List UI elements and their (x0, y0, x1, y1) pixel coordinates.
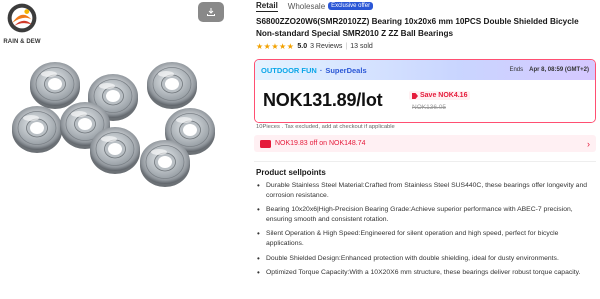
brand-name: RAIN & DEW (3, 39, 41, 45)
star-rating-icon: ★★★★★ (256, 42, 295, 51)
save-badge: Save NOK4.16 (409, 91, 471, 100)
rating-separator: | (345, 43, 348, 50)
list-item: Double Shielded Design:Enhanced protecti… (256, 254, 596, 264)
product-image[interactable] (0, 50, 250, 200)
tab-wholesale[interactable]: Wholesale Exclusive offer (287, 1, 374, 11)
rating-row: ★★★★★ 5.0 3 Reviews | 13 sold (256, 42, 373, 51)
brand-logo-icon (7, 3, 37, 33)
deal-separator: · (319, 65, 323, 75)
exclusive-offer-badge: Exclusive offer (328, 2, 374, 10)
list-item: Bearing 10x20x6|High-Precision Bearing G… (256, 205, 596, 225)
coupon-icon (260, 139, 271, 148)
list-item: Silent Operation & High Speed:Engineered… (256, 229, 596, 249)
download-image-button[interactable] (198, 2, 224, 22)
tab-wholesale-label: Wholesale (287, 1, 326, 11)
coupon-info: NOK19.83 off on NOK148.74 (260, 139, 366, 148)
coupon-banner[interactable]: NOK19.83 off on NOK148.74 › (254, 135, 596, 152)
deal-countdown: Ends Apr 8, 08:59 (GMT+2) (509, 67, 589, 73)
chevron-right-icon: › (587, 138, 590, 149)
section-divider (254, 161, 596, 162)
download-icon (207, 8, 215, 16)
product-gallery: RAIN & DEW (0, 0, 250, 299)
list-item: Optimized Torque Capacity:With a 10X20X6… (256, 268, 596, 278)
superdeals-label: SuperDeals (325, 65, 367, 75)
sellpoints-title: Product sellpoints (256, 168, 326, 177)
current-price: NOK131.89/lot (263, 90, 383, 110)
sellpoints-list: Durable Stainless Steel Material:Crafted… (256, 181, 596, 282)
save-amount: Save NOK4.16 (420, 92, 468, 99)
original-price: NOK136.05 (412, 104, 446, 111)
tab-retail[interactable]: Retail (256, 1, 278, 12)
ends-date: Apr 8, 08:59 (GMT+2) (529, 67, 589, 73)
ends-label: Ends (509, 67, 524, 73)
purchase-mode-tabs: Retail Wholesale Exclusive offer (256, 0, 374, 12)
brand-logo-block: RAIN & DEW (2, 2, 42, 45)
superdeals-box: OUTDOOR FUN · SuperDeals Ends Apr 8, 08:… (254, 59, 596, 123)
price-block: NOK131.89/lot Save NOK4.16 NOK136.05 (255, 80, 595, 122)
tag-icon (412, 92, 418, 99)
coupon-text: NOK19.83 off on NOK148.74 (275, 140, 366, 147)
product-info-panel: Retail Wholesale Exclusive offer S6800ZZ… (252, 0, 600, 299)
superdeals-header: OUTDOOR FUN · SuperDeals Ends Apr 8, 08:… (255, 60, 595, 80)
sold-count: 13 sold (350, 43, 373, 50)
tax-note: 10Pieces . Tax excluded, add at checkout… (256, 124, 395, 130)
superdeals-brand: OUTDOOR FUN · SuperDeals (261, 66, 367, 75)
reviews-link[interactable]: 3 Reviews (310, 43, 342, 50)
outdoor-fun-label: OUTDOOR FUN (261, 65, 317, 75)
rating-score: 5.0 (297, 43, 308, 50)
product-title: S6800ZZO20W6(SMR2010ZZ) Bearing 10x20x6 … (256, 17, 579, 38)
list-item: Durable Stainless Steel Material:Crafted… (256, 181, 596, 201)
